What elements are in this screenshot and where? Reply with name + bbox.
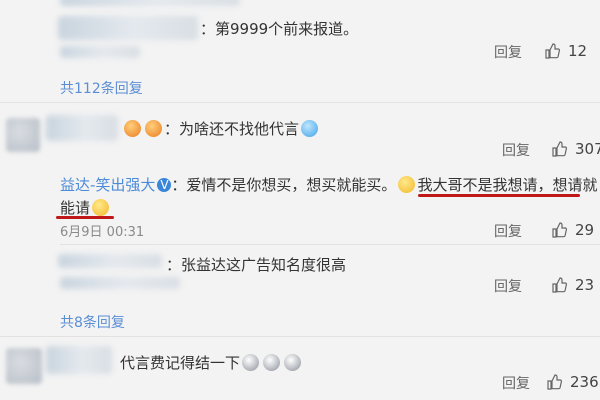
like-count: 12 xyxy=(568,42,588,60)
divider xyxy=(0,336,600,337)
comment-text: ：第9999个前来报道。 xyxy=(200,20,359,38)
like-thumb-icon xyxy=(547,374,562,390)
like-button[interactable]: 307 xyxy=(551,140,600,158)
blurred-username xyxy=(58,16,198,40)
divider xyxy=(0,102,600,103)
like-thumb-icon xyxy=(552,277,567,293)
blurred-username xyxy=(58,254,162,268)
red-underline-mark xyxy=(418,194,580,197)
comment-text: ：张益达这广告知名度很高 xyxy=(166,256,347,274)
comment-text: ：爱情不是你想买，想买就能买。 xyxy=(171,176,397,194)
reply-button[interactable]: 回复 xyxy=(502,140,530,160)
comment-timestamp: 6月9日 00:31 xyxy=(60,225,145,240)
reply-comment: 益达-笑出强大 V ：爱情不是你想买，想买就能买。 我大哥不是我想请，想请就 xyxy=(60,174,597,195)
like-button[interactable]: 236 xyxy=(546,373,599,391)
comment-text: 能请 xyxy=(60,199,91,217)
comment-text: 我大哥不是我想请，想请就 xyxy=(417,176,598,194)
like-count: 236 xyxy=(570,373,599,391)
view-more-replies-link[interactable]: 共8条回复 xyxy=(60,312,125,332)
comment-text-with-emoji: 代言费记得结一下 xyxy=(120,352,303,373)
emoji-icon xyxy=(398,176,416,193)
emoji-icon xyxy=(301,120,319,137)
avatar xyxy=(6,348,42,384)
emoji-icon xyxy=(284,354,302,371)
verified-badge-icon: V xyxy=(157,178,172,192)
like-count: 23 xyxy=(575,276,595,294)
red-underline-mark xyxy=(56,216,114,219)
like-count: 307 xyxy=(575,140,600,158)
emoji-icon xyxy=(263,354,281,371)
blurred-timestamp xyxy=(60,277,180,289)
comment-text: 代言费记得结一下 xyxy=(120,354,241,372)
blurred-timestamp xyxy=(60,46,140,58)
view-more-replies-link[interactable]: 共112条回复 xyxy=(60,78,143,98)
reply-button[interactable]: 回复 xyxy=(502,373,530,393)
divider xyxy=(60,244,600,245)
like-button[interactable]: 12 xyxy=(544,42,587,60)
like-count: 29 xyxy=(575,221,595,239)
reply-comment-continued: 能请 xyxy=(60,197,111,218)
emoji-icon xyxy=(92,199,110,216)
emoji-icon xyxy=(242,354,260,371)
reply-button[interactable]: 回复 xyxy=(494,42,522,62)
blurred-username xyxy=(46,346,112,374)
comment-text-with-emoji: ：为啥还不找他代言 xyxy=(122,118,320,139)
like-thumb-icon xyxy=(552,141,567,157)
like-thumb-icon xyxy=(552,222,567,238)
reply-button[interactable]: 回复 xyxy=(494,276,522,296)
avatar xyxy=(6,118,40,152)
emoji-icon xyxy=(124,120,141,137)
blurred-top-row xyxy=(60,0,240,6)
username-link[interactable]: 益达-笑出强大 xyxy=(60,176,155,194)
reply-button[interactable]: 回复 xyxy=(494,221,522,241)
blurred-username xyxy=(46,115,118,141)
like-button[interactable]: 29 xyxy=(551,221,594,239)
emoji-icon xyxy=(145,120,162,137)
like-thumb-icon xyxy=(545,43,560,59)
comment-text: ：为啥还不找他代言 xyxy=(164,120,300,138)
like-button[interactable]: 23 xyxy=(551,276,594,294)
